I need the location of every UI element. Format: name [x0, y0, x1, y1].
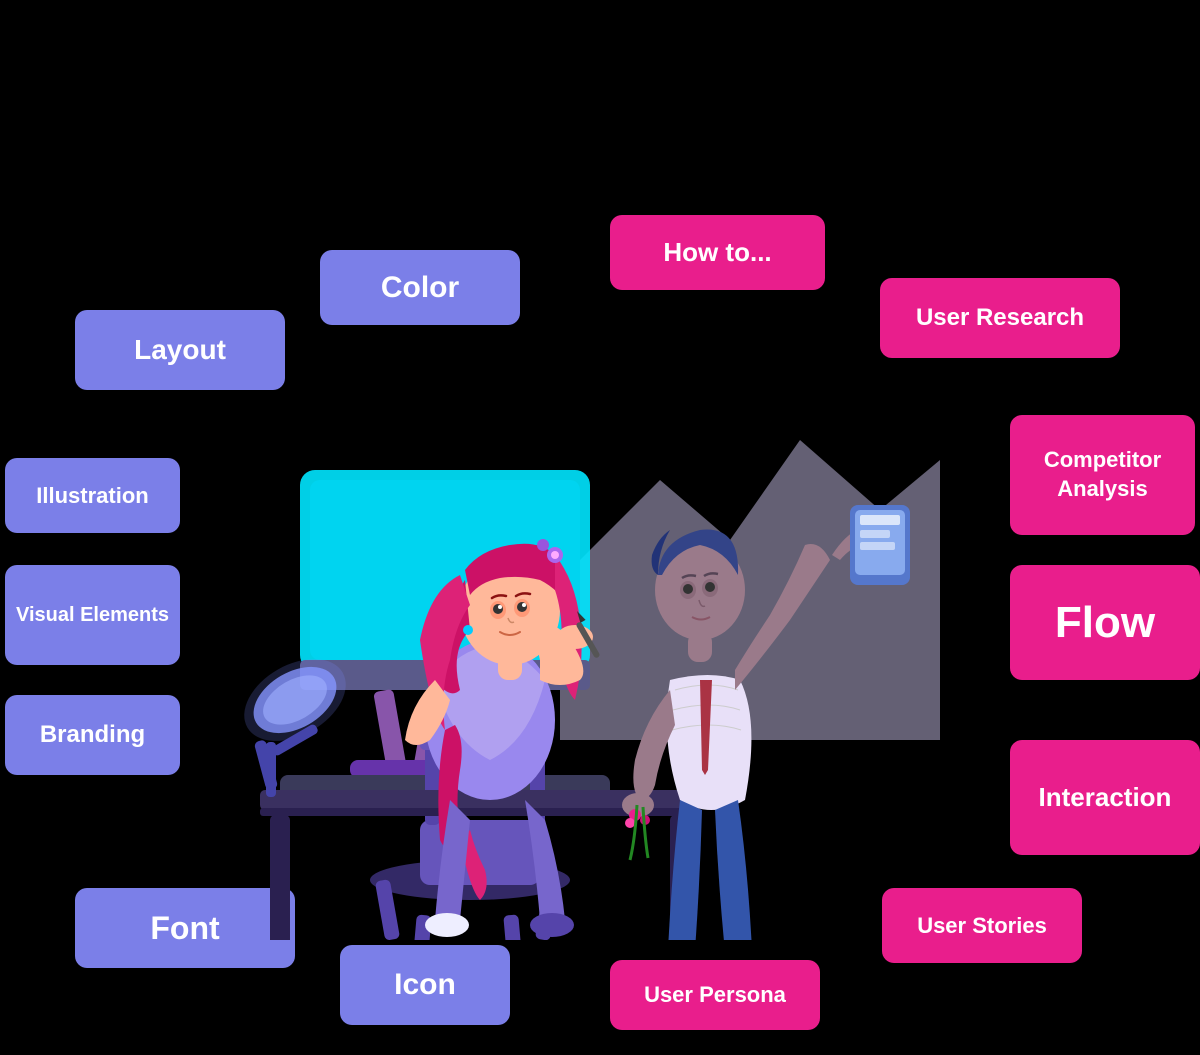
- user-persona-label: User Persona: [644, 982, 786, 1008]
- illustration-label: Illustration: [36, 483, 148, 509]
- interaction-label: Interaction: [1039, 782, 1172, 813]
- visual-elements-label: Visual Elements: [16, 602, 169, 628]
- illustration-container: [180, 160, 960, 940]
- icon-tag[interactable]: Icon: [340, 945, 510, 1025]
- branding-tag[interactable]: Branding: [5, 695, 180, 775]
- competitor-analysis-label: Competitor Analysis: [1010, 446, 1195, 503]
- visual-elements-tag[interactable]: Visual Elements: [5, 565, 180, 665]
- branding-label: Branding: [40, 721, 145, 749]
- user-persona-tag[interactable]: User Persona: [610, 960, 820, 1030]
- flow-tag[interactable]: Flow: [1010, 565, 1200, 680]
- flow-label: Flow: [1055, 598, 1155, 648]
- icon-label: Icon: [394, 968, 456, 1002]
- competitor-analysis-tag[interactable]: Competitor Analysis: [1010, 415, 1195, 535]
- interaction-tag[interactable]: Interaction: [1010, 740, 1200, 855]
- illustration-tag[interactable]: Illustration: [5, 458, 180, 533]
